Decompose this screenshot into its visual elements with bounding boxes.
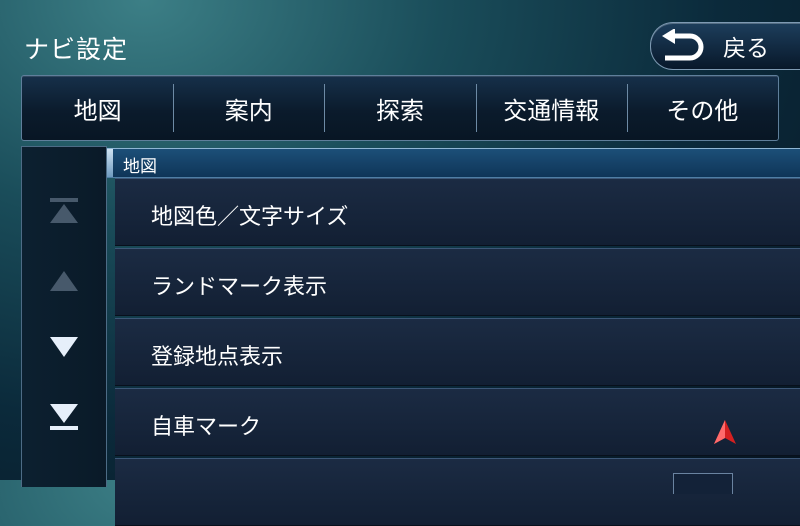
section-marker — [107, 149, 113, 177]
tab-guidance[interactable]: 案内 — [173, 76, 324, 140]
section-header: 地図 — [107, 148, 800, 178]
scroll-up-button[interactable] — [22, 251, 106, 311]
car-mark-arrow-icon — [714, 420, 736, 444]
page-title: ナビ設定 — [24, 35, 129, 64]
back-button[interactable]: 戻る — [650, 22, 800, 70]
scroll-to-top-button[interactable] — [22, 181, 106, 241]
section-label: 地図 — [123, 157, 157, 177]
list-item-label: 地図色／文字サイズ — [151, 205, 349, 230]
tab-other[interactable]: その他 — [626, 76, 778, 140]
scroll-to-bottom-button[interactable] — [22, 387, 106, 447]
scroll-down-icon — [50, 337, 78, 357]
list-item-map-color-text-size[interactable]: 地図色／文字サイズ — [115, 178, 800, 246]
tab-search[interactable]: 探索 — [324, 76, 475, 140]
list-item-car-mark[interactable]: 自車マーク — [115, 388, 800, 456]
scroll-up-icon — [50, 271, 78, 291]
list-item-label: 自車マーク — [151, 415, 262, 440]
list-item-label: ランドマーク表示 — [151, 275, 328, 300]
scroll-controls — [21, 146, 107, 487]
return-arrow-icon — [662, 29, 704, 61]
category-tabs: 地図 案内 探索 交通情報 その他 — [21, 75, 779, 141]
back-button-label: 戻る — [723, 36, 769, 62]
list-item-partial[interactable] — [115, 458, 800, 526]
list-item-registered-points-display[interactable]: 登録地点表示 — [115, 318, 800, 386]
list-item-label: 登録地点表示 — [151, 345, 284, 370]
scroll-down-button[interactable] — [22, 317, 106, 377]
tab-map[interactable]: 地図 — [22, 76, 173, 140]
list-item-landmark-display[interactable]: ランドマーク表示 — [115, 248, 800, 316]
tab-traffic-info[interactable]: 交通情報 — [475, 76, 627, 140]
scroll-to-bottom-icon — [50, 404, 78, 430]
value-box — [673, 473, 733, 494]
scroll-to-top-icon — [50, 198, 78, 223]
